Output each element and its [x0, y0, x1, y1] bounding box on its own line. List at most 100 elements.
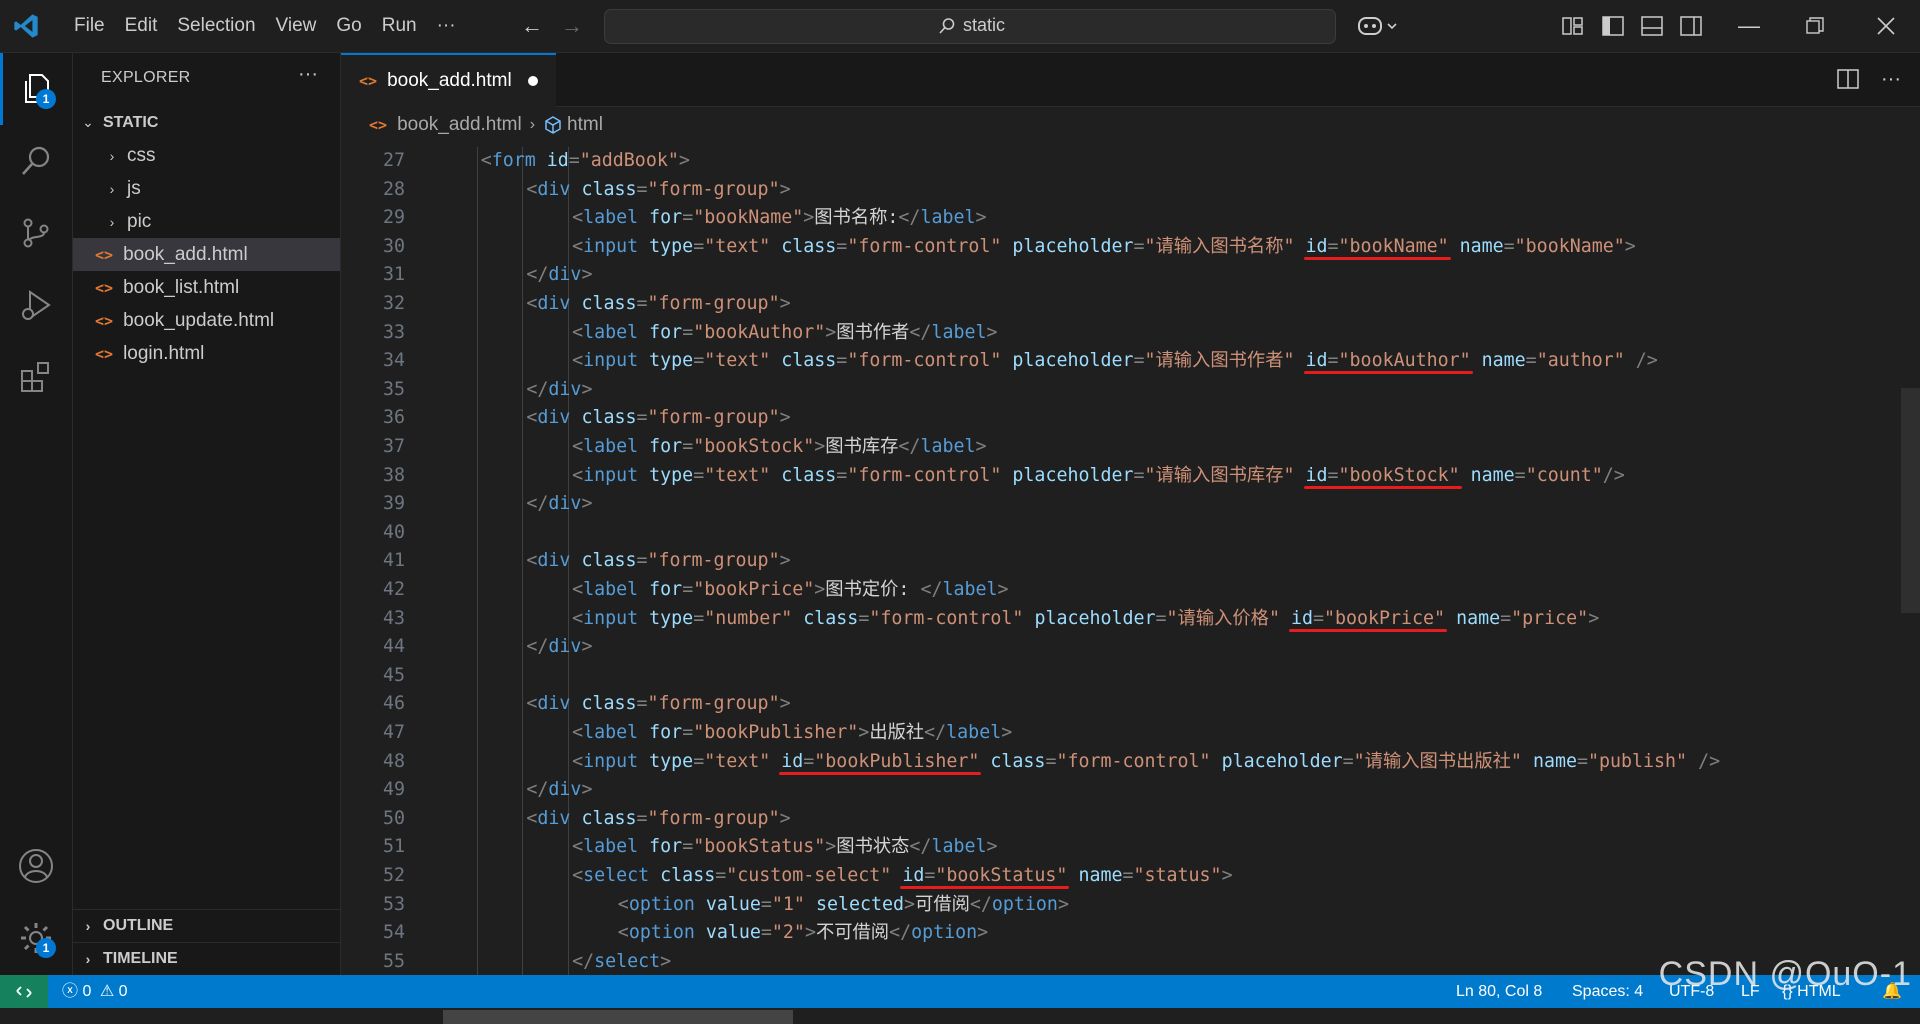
folder-js[interactable]: › js	[73, 172, 340, 205]
activity-extensions[interactable]	[0, 341, 72, 413]
horizontal-scrollbar[interactable]	[443, 1010, 793, 1024]
code-line[interactable]: 29 <label for="bookName">图书名称:</label>	[341, 204, 1901, 232]
cursor-position[interactable]: Ln 80, Col 8	[1456, 975, 1542, 1008]
toggle-panel-icon[interactable]	[1641, 16, 1663, 36]
toggle-secondary-sidebar-icon[interactable]	[1680, 16, 1702, 36]
code-line[interactable]: 45	[341, 662, 1901, 690]
code-line[interactable]: 27 <form id="addBook">	[341, 147, 1901, 175]
unsaved-dot-icon[interactable]	[527, 76, 538, 86]
line-number: 39	[382, 493, 405, 515]
code-line[interactable]: 34 <input type="text" class="form-control…	[341, 347, 1901, 375]
token-br: >	[804, 922, 816, 944]
activity-manage[interactable]: 1	[0, 902, 72, 974]
code-line[interactable]: 47 <label for="bookPublisher">出版社</label>	[341, 719, 1901, 747]
code-line[interactable]: 39 </div>	[341, 490, 1901, 518]
close-window-icon[interactable]	[1876, 16, 1896, 36]
code-line[interactable]: 54 <option value="2">不可借阅</option>	[341, 919, 1901, 947]
token-sp	[570, 179, 581, 200]
menu-selection[interactable]: Selection	[167, 0, 265, 52]
activity-accounts[interactable]	[0, 830, 72, 902]
code-line[interactable]: 43 <input type="number" class="form-contr…	[341, 605, 1901, 633]
code-line[interactable]: 35 </div>	[341, 376, 1901, 404]
menu-go[interactable]: Go	[326, 0, 371, 52]
menu-file[interactable]: File	[64, 0, 115, 52]
code-line[interactable]: 41 <div class="form-group">	[341, 547, 1901, 575]
timeline-section[interactable]: › TIMELINE	[73, 942, 340, 975]
restore-icon[interactable]	[1806, 17, 1824, 35]
forward-arrow-icon[interactable]: →	[558, 12, 586, 40]
token-str: "text"	[704, 350, 771, 372]
code-line[interactable]: 52 <select class="custom-select" id="book…	[341, 862, 1901, 890]
code-line[interactable]: 53 <option value="1" selected>可借阅</option…	[341, 891, 1901, 919]
code-line[interactable]: 48 <input type="text" id="bookPublisher" …	[341, 748, 1901, 776]
line-number: 43	[382, 607, 405, 629]
code-line[interactable]: 36 <div class="form-group">	[341, 404, 1901, 432]
token-sp	[1295, 236, 1306, 257]
code-line[interactable]: 31 </div>	[341, 261, 1901, 289]
tab-bar: <> book_add.html ···	[341, 53, 1920, 107]
copilot-icon[interactable]	[1354, 12, 1402, 40]
code-line[interactable]: 51 <label for="bookStatus">图书状态</label>	[341, 833, 1901, 861]
breadcrumb-symbol[interactable]: html	[567, 114, 603, 136]
customize-layout-icon[interactable]	[1562, 16, 1584, 36]
token-sp	[649, 865, 660, 886]
file-login[interactable]: <> login.html	[73, 337, 340, 370]
token-sp	[638, 608, 649, 629]
token-str: "bookPublisher"	[693, 722, 859, 743]
toggle-primary-sidebar-icon[interactable]	[1602, 16, 1624, 36]
token-at: id	[1290, 607, 1313, 629]
token-tag: label	[931, 836, 987, 858]
command-center-search[interactable]: static	[604, 9, 1336, 44]
token-br: =	[682, 722, 694, 743]
menu-run[interactable]: Run	[372, 0, 427, 52]
menu-more[interactable]: ···	[427, 0, 466, 52]
editor-more-icon[interactable]: ···	[1877, 65, 1905, 93]
token-br: >	[1001, 722, 1013, 743]
folder-root-static[interactable]: ⌄ STATIC	[73, 106, 340, 139]
folder-pic[interactable]: › pic	[73, 205, 340, 238]
code-line[interactable]: 44 </div>	[341, 633, 1901, 661]
tab-book-add[interactable]: <> book_add.html	[341, 53, 556, 107]
line-source: <input type="text" class="form-control" …	[572, 233, 1636, 261]
token-sp	[570, 407, 581, 428]
code-line[interactable]: 30 <input type="text" class="form-control…	[341, 233, 1901, 261]
code-line[interactable]: 33 <label for="bookAuthor">图书作者</label>	[341, 319, 1901, 347]
file-book-list[interactable]: <> book_list.html	[73, 271, 340, 304]
folder-css[interactable]: › css	[73, 139, 340, 172]
split-editor-icon[interactable]	[1837, 69, 1859, 89]
menu-edit[interactable]: Edit	[115, 0, 168, 52]
file-label: book_list.html	[123, 276, 240, 298]
token-br: <	[617, 893, 629, 915]
code-line[interactable]: 28 <div class="form-group">	[341, 176, 1901, 204]
token-br: >	[814, 436, 826, 457]
indentation[interactable]: Spaces: 4	[1572, 975, 1643, 1008]
code-line[interactable]: 50 <div class="form-group">	[341, 805, 1901, 833]
breadcrumb-file[interactable]: book_add.html	[397, 114, 522, 136]
menu-view[interactable]: View	[266, 0, 327, 52]
token-tag: select	[583, 865, 650, 886]
code-line[interactable]: 49 </div>	[341, 776, 1901, 804]
activity-source-control[interactable]	[0, 197, 72, 269]
token-tag: div	[548, 378, 582, 400]
remote-indicator[interactable]	[0, 975, 48, 1008]
back-arrow-icon[interactable]: ←	[518, 12, 546, 40]
token-at: class	[781, 350, 837, 372]
file-book-add[interactable]: <> book_add.html	[73, 238, 340, 271]
code-line[interactable]: 37 <label for="bookStock">图书库存</label>	[341, 433, 1901, 461]
vertical-scrollbar[interactable]	[1901, 388, 1920, 613]
code-line[interactable]: 32 <div class="form-group">	[341, 290, 1901, 318]
activity-search[interactable]	[0, 125, 72, 197]
token-br: >	[986, 321, 998, 343]
explorer-more-button[interactable]: ···	[298, 63, 318, 86]
minimize-icon[interactable]: —	[1733, 10, 1765, 42]
outline-section[interactable]: › OUTLINE	[73, 909, 340, 942]
code-line[interactable]: 38 <input type="text" class="form-control…	[341, 462, 1901, 490]
problems-indicator[interactable]: ⓧ 0 ⚠ 0	[62, 975, 128, 1008]
code-editor[interactable]: 27 <form id="addBook"> 28 <div class="form-…	[341, 147, 1901, 977]
file-book-update[interactable]: <> book_update.html	[73, 304, 340, 337]
code-line[interactable]: 40	[341, 519, 1901, 547]
code-line[interactable]: 42 <label for="bookPrice">图书定价: </label>	[341, 576, 1901, 604]
activity-explorer[interactable]: 1	[0, 53, 72, 125]
code-line[interactable]: 46 <div class="form-group">	[341, 690, 1901, 718]
activity-run-debug[interactable]	[0, 269, 72, 341]
